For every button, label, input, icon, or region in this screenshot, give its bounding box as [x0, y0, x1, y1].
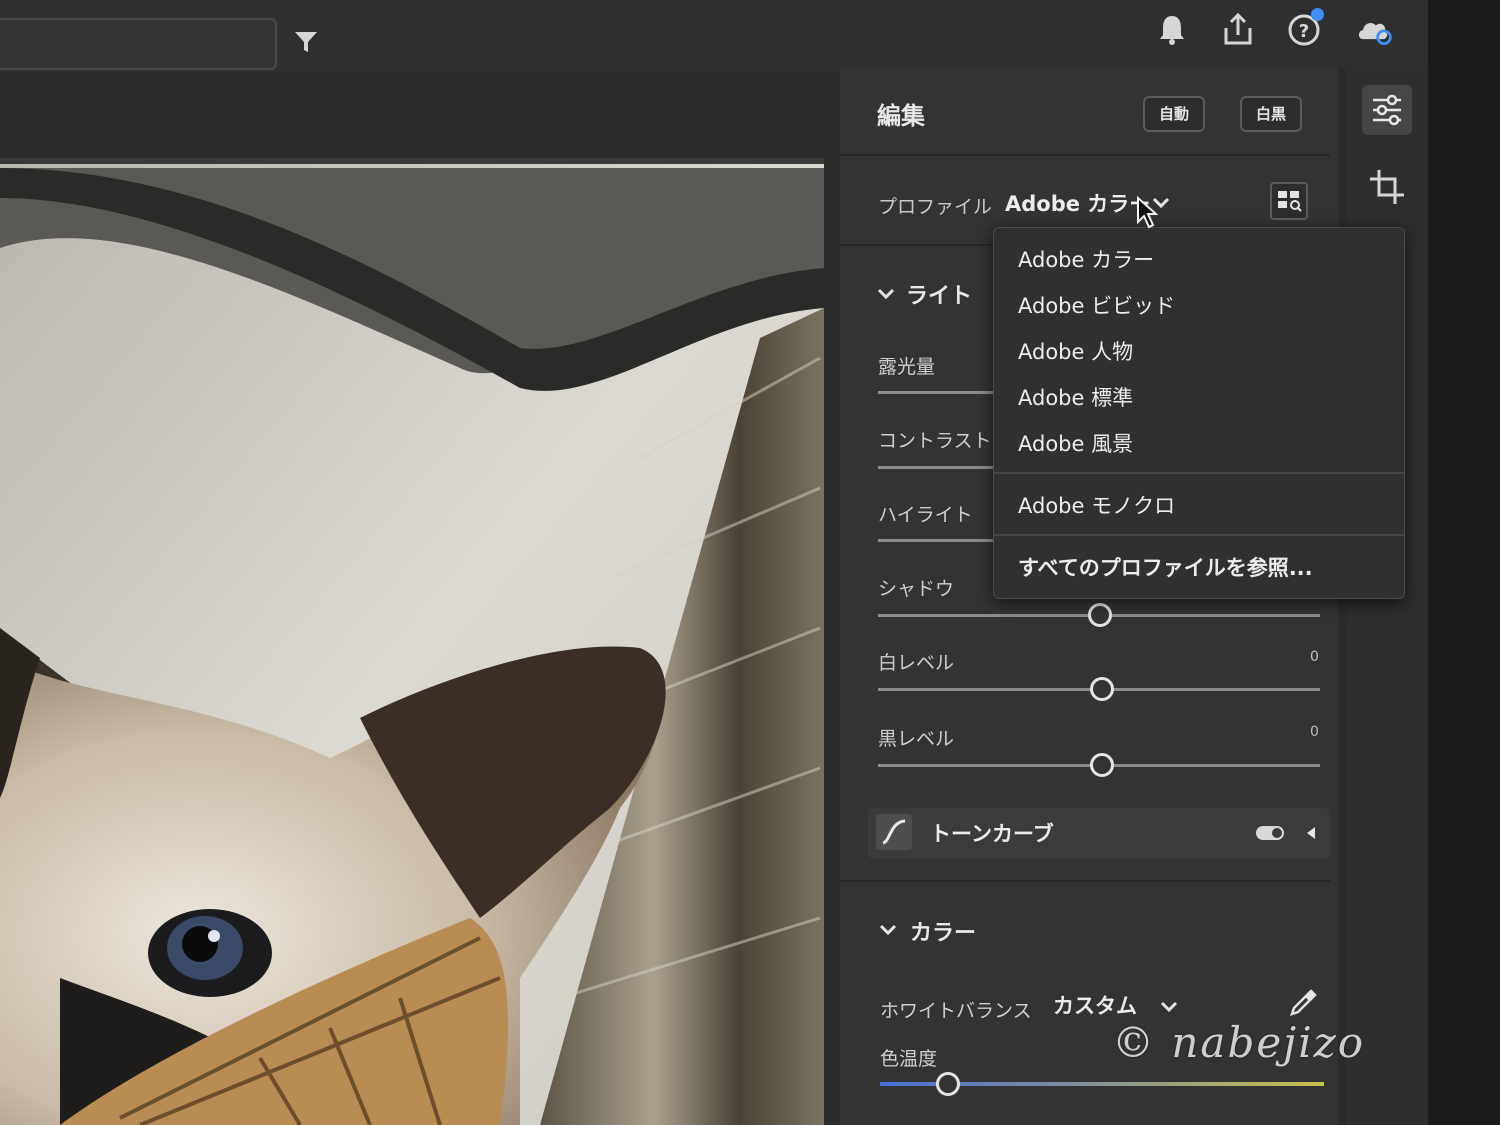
tone-curve-label: トーンカーブ [930, 822, 1054, 846]
cloud-sync-icon[interactable] [1354, 10, 1394, 50]
temperature-slider-thumb[interactable] [936, 1072, 960, 1096]
auto-button[interactable]: 自動 [1143, 96, 1206, 132]
sliders-icon [1373, 94, 1401, 126]
photo-canvas[interactable] [0, 158, 824, 1125]
whites-value: 0 [1310, 649, 1319, 665]
light-section-heading[interactable]: ライト [906, 278, 972, 310]
whites-label: 白レベル [878, 652, 955, 674]
shadows-slider-thumb[interactable] [1088, 603, 1112, 627]
search-input[interactable] [0, 18, 277, 70]
filter-icon[interactable] [292, 28, 320, 56]
shadows-label: シャドウ [878, 578, 955, 600]
profile-option-standard[interactable]: Adobe 標準 [1018, 382, 1133, 412]
profile-option-vivid[interactable]: Adobe ビビッド [1018, 290, 1175, 320]
screen-bezel [1428, 0, 1500, 1125]
profile-label: プロファイル [878, 196, 993, 218]
notification-dot [1311, 8, 1324, 21]
panel-title: 編集 [877, 102, 925, 130]
edit-tool-button[interactable] [1362, 85, 1412, 135]
profile-option-color[interactable]: Adobe カラー [1018, 244, 1154, 274]
crop-icon [1370, 170, 1404, 204]
temperature-label: 色温度 [880, 1048, 938, 1070]
color-section-heading[interactable]: カラー [910, 915, 976, 947]
bell-icon[interactable] [1152, 10, 1192, 50]
blacks-slider-thumb[interactable] [1090, 753, 1114, 777]
share-icon[interactable] [1218, 10, 1258, 50]
bw-button[interactable]: 白黒 [1240, 96, 1303, 132]
blacks-label: 黒レベル [878, 728, 955, 750]
tone-curve-toggle[interactable] [1256, 826, 1284, 840]
profile-option-portrait[interactable]: Adobe 人物 [1018, 336, 1133, 366]
white-balance-label: ホワイトバランス [880, 1000, 1032, 1022]
curve-icon [876, 814, 912, 850]
caret-left-icon[interactable] [1304, 825, 1318, 841]
profile-dropdown[interactable]: Adobe カラー [1005, 188, 1150, 218]
browse-all-profiles[interactable]: すべてのプロファイルを参照... [1018, 552, 1313, 582]
chevron-down-icon[interactable] [1158, 996, 1180, 1018]
chevron-down-icon[interactable] [878, 920, 898, 940]
mouse-cursor-icon [1137, 196, 1158, 229]
eyedropper-icon[interactable] [1286, 986, 1320, 1020]
highlights-label: ハイライト [878, 504, 973, 526]
crop-tool-button[interactable] [1362, 162, 1412, 212]
whites-slider-thumb[interactable] [1090, 677, 1114, 701]
white-balance-dropdown[interactable]: カスタム [1053, 990, 1137, 1020]
blacks-value: 0 [1310, 724, 1319, 740]
profile-option-monochrome[interactable]: Adobe モノクロ [1018, 490, 1175, 520]
contrast-label: コントラスト [878, 430, 992, 452]
profile-menu: Adobe カラー Adobe ビビッド Adobe 人物 Adobe 標準 A… [993, 227, 1405, 599]
svg-text:?: ? [1299, 21, 1309, 42]
tone-curve-header[interactable]: トーンカーブ [868, 808, 1330, 858]
watermark: © nabejizo [1112, 1018, 1366, 1067]
profile-browser-icon[interactable] [1270, 182, 1308, 220]
chevron-down-icon[interactable] [876, 284, 896, 304]
cat-photo [0, 158, 824, 1125]
top-bar: ? [0, 0, 1430, 72]
profile-option-landscape[interactable]: Adobe 風景 [1018, 428, 1133, 458]
exposure-label: 露光量 [878, 356, 936, 378]
